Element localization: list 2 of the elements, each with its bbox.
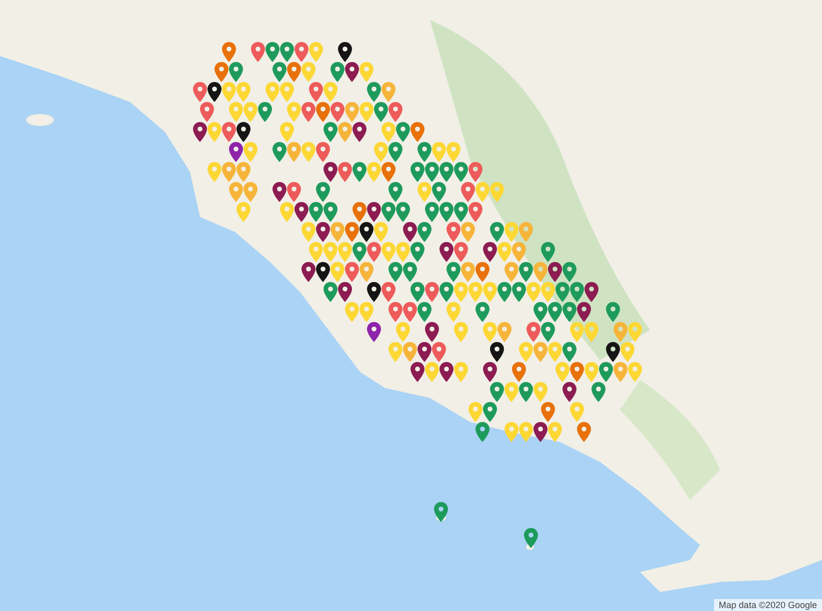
map-attribution: Map data ©2020 Google	[714, 599, 822, 611]
map[interactable]: Map data ©2020 Google	[0, 0, 822, 611]
